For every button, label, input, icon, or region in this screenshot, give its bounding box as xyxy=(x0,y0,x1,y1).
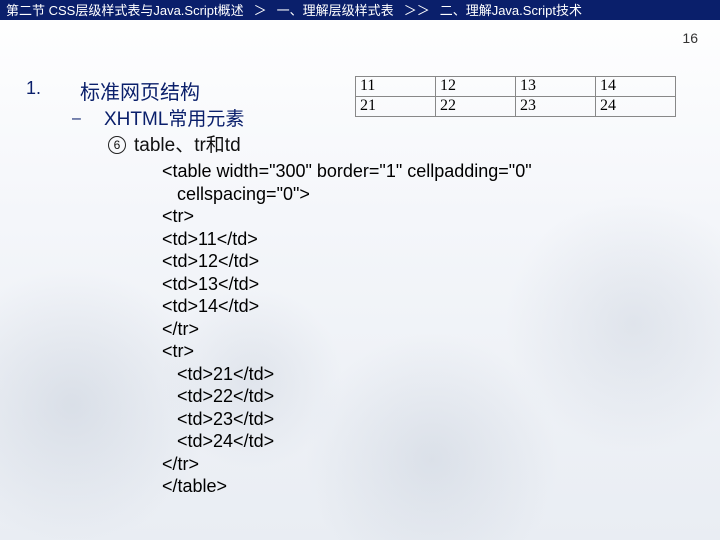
breadcrumb-item1: 一、理解层级样式表 xyxy=(277,0,394,19)
breadcrumb-sep2: ＞＞ xyxy=(404,0,430,19)
page-number: 16 xyxy=(682,30,698,46)
breadcrumb-item2: 二、理解Java.Script技术 xyxy=(440,0,582,19)
table-cell: 21 xyxy=(356,97,436,117)
table-cell: 24 xyxy=(596,97,676,117)
table-cell: 23 xyxy=(516,97,596,117)
circled-number-icon: 6 xyxy=(108,136,126,154)
outline-heading-1: 标准网页结构 xyxy=(80,76,200,105)
table-row: 11 12 13 14 xyxy=(356,77,676,97)
table-cell: 12 xyxy=(436,77,516,97)
outline-heading-3: table、tr和td xyxy=(134,130,241,157)
breadcrumb-section: 第二节 CSS层级样式表与Java.Script概述 xyxy=(6,0,244,19)
example-table: 11 12 13 14 21 22 23 24 xyxy=(355,76,676,117)
breadcrumb: 第二节 CSS层级样式表与Java.Script概述 ＞ 一、理解层级样式表 ＞… xyxy=(0,0,720,20)
slide-content: 1. 标准网页结构 – XHTML常用元素 6 table、tr和td 11 1… xyxy=(0,20,720,60)
table-cell: 14 xyxy=(596,77,676,97)
outline-number: 1. xyxy=(26,78,41,99)
code-block: <table width="300" border="1" cellpaddin… xyxy=(162,160,532,498)
table-cell: 11 xyxy=(356,77,436,97)
outline-heading-2: XHTML常用元素 xyxy=(104,104,244,131)
table-cell: 13 xyxy=(516,77,596,97)
breadcrumb-sep1: ＞ xyxy=(254,0,267,19)
table-row: 21 22 23 24 xyxy=(356,97,676,117)
table-cell: 22 xyxy=(436,97,516,117)
outline-dash: – xyxy=(72,110,81,128)
